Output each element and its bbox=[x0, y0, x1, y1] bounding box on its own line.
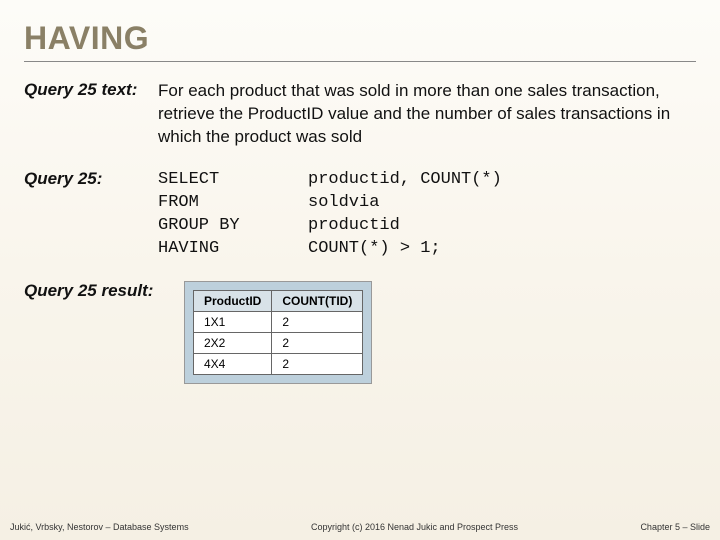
sql-keyword-having: HAVING bbox=[158, 238, 308, 261]
th-count: COUNT(TID) bbox=[272, 290, 363, 311]
query-sql-row: Query 25: SELECT FROM GROUP BY HAVING pr… bbox=[24, 169, 696, 261]
query-text-row: Query 25 text: For each product that was… bbox=[24, 80, 696, 149]
cell-count: 2 bbox=[272, 332, 363, 353]
sql-arg-from: soldvia bbox=[308, 192, 502, 215]
footer-left: Jukić, Vrbsky, Nestorov – Database Syste… bbox=[10, 522, 189, 532]
cell-productid: 1X1 bbox=[194, 311, 272, 332]
cell-productid: 2X2 bbox=[194, 332, 272, 353]
cell-count: 2 bbox=[272, 311, 363, 332]
sql-arg-groupby: productid bbox=[308, 215, 502, 238]
footer: Jukić, Vrbsky, Nestorov – Database Syste… bbox=[0, 522, 720, 532]
sql-keyword-from: FROM bbox=[158, 192, 308, 215]
slide: HAVING Query 25 text: For each product t… bbox=[0, 0, 720, 384]
footer-right: Chapter 5 – Slide bbox=[640, 522, 710, 532]
sql-block: SELECT FROM GROUP BY HAVING productid, C… bbox=[158, 169, 502, 261]
page-title: HAVING bbox=[24, 20, 696, 62]
sql-keywords-col: SELECT FROM GROUP BY HAVING bbox=[158, 169, 308, 261]
sql-keyword-select: SELECT bbox=[158, 169, 308, 192]
cell-productid: 4X4 bbox=[194, 353, 272, 374]
table-header-row: ProductID COUNT(TID) bbox=[194, 290, 363, 311]
table-row: 2X2 2 bbox=[194, 332, 363, 353]
query-text-label: Query 25 text: bbox=[24, 80, 158, 100]
query-result-label: Query 25 result: bbox=[24, 281, 184, 301]
table-row: 4X4 2 bbox=[194, 353, 363, 374]
table-row: 1X1 2 bbox=[194, 311, 363, 332]
query-text-body: For each product that was sold in more t… bbox=[158, 80, 696, 149]
result-table: ProductID COUNT(TID) 1X1 2 2X2 2 4X4 2 bbox=[193, 290, 363, 375]
sql-args-col: productid, COUNT(*) soldvia productid CO… bbox=[308, 169, 502, 261]
sql-keyword-groupby: GROUP BY bbox=[158, 215, 308, 238]
query-sql-label: Query 25: bbox=[24, 169, 158, 189]
result-table-wrap: ProductID COUNT(TID) 1X1 2 2X2 2 4X4 2 bbox=[184, 281, 372, 384]
query-result-row: Query 25 result: ProductID COUNT(TID) 1X… bbox=[24, 281, 696, 384]
th-productid: ProductID bbox=[194, 290, 272, 311]
sql-arg-having: COUNT(*) > 1; bbox=[308, 238, 502, 261]
cell-count: 2 bbox=[272, 353, 363, 374]
footer-center: Copyright (c) 2016 Nenad Jukic and Prosp… bbox=[311, 522, 518, 532]
sql-arg-select: productid, COUNT(*) bbox=[308, 169, 502, 192]
